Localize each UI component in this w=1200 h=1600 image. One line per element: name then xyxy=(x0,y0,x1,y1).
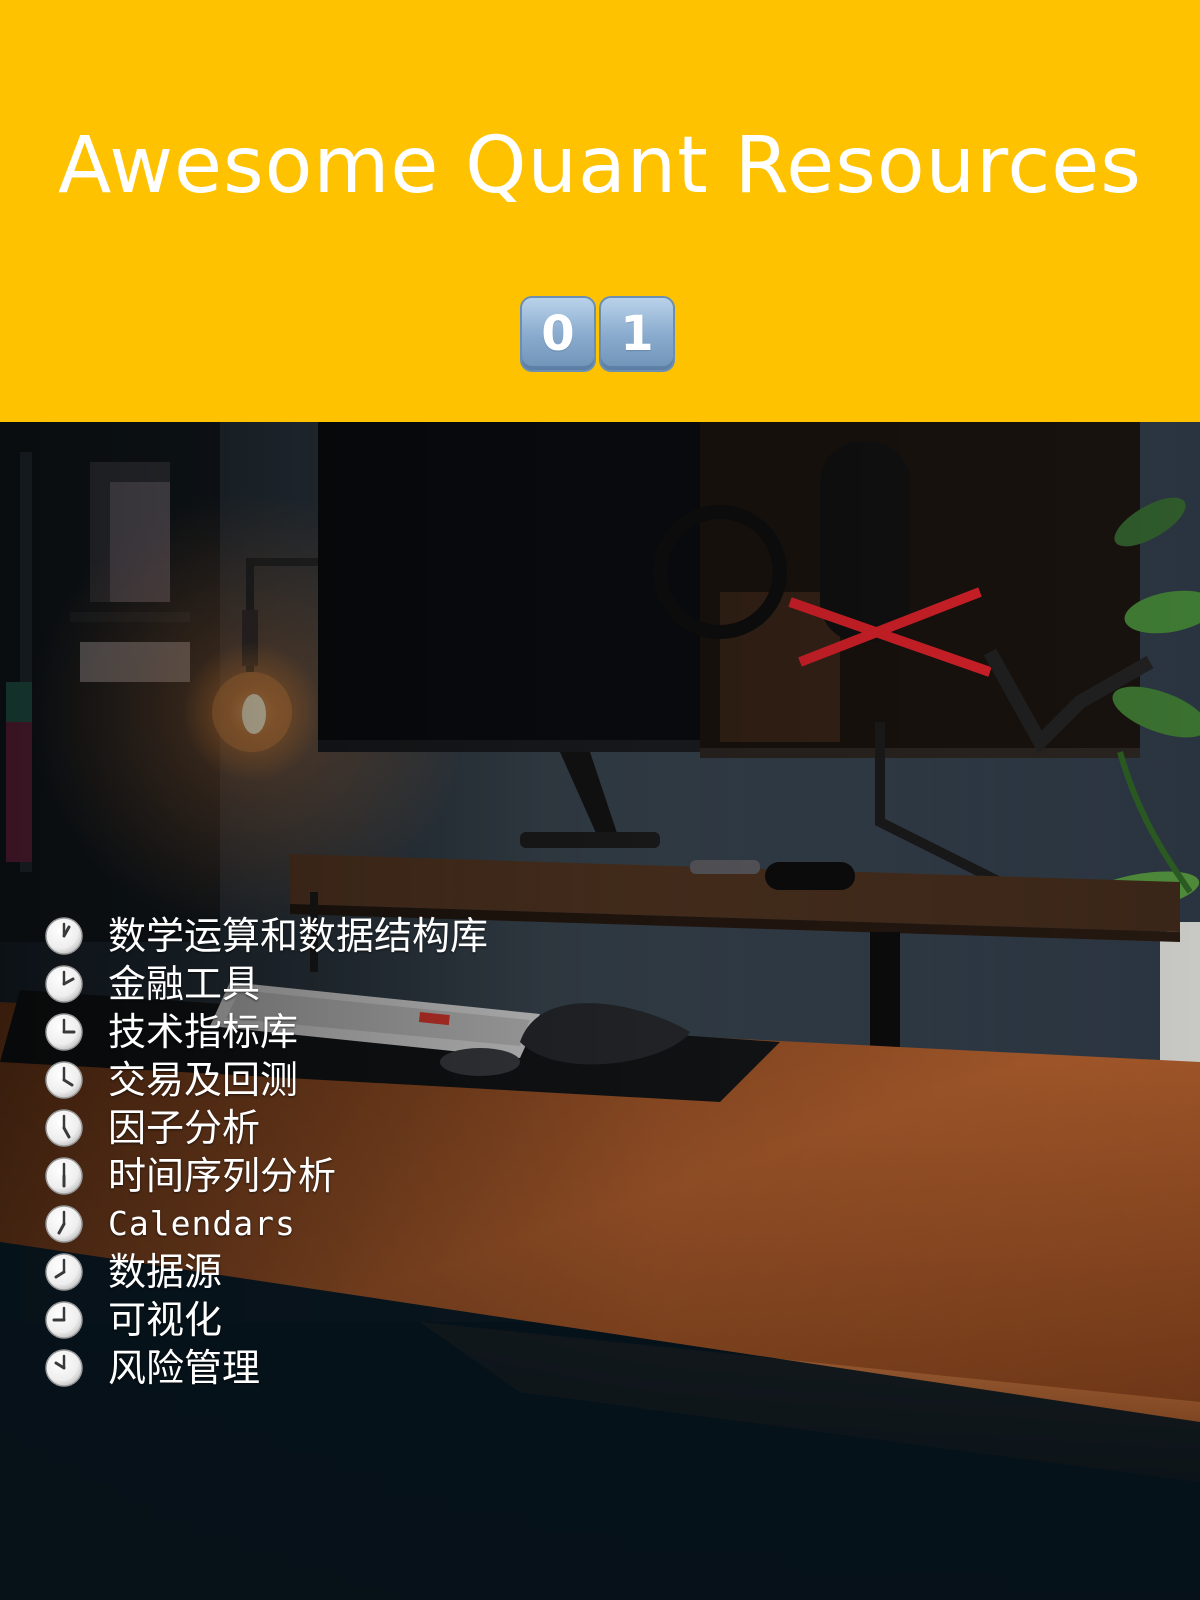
clock-ten-icon xyxy=(45,1349,83,1387)
topic-label: 金融工具 xyxy=(108,962,261,1006)
clock-seven-icon xyxy=(45,1205,83,1243)
topic-label: Calendars xyxy=(108,1204,296,1243)
clock-eight-icon xyxy=(45,1253,83,1291)
clock-five-icon xyxy=(45,1109,83,1147)
topic-label: 因子分析 xyxy=(108,1106,261,1150)
list-item: 可视化 xyxy=(44,1296,488,1344)
list-item: 金融工具 xyxy=(44,960,488,1008)
clock-two-icon xyxy=(45,965,83,1003)
list-item: 交易及回测 xyxy=(44,1056,488,1104)
list-item: Calendars xyxy=(44,1200,488,1248)
topic-label: 风险管理 xyxy=(108,1346,261,1390)
clock-four-icon xyxy=(45,1061,83,1099)
keycap-digit-one-icon: 1 xyxy=(599,296,675,372)
cover-page: Awesome Quant Resources 0 1 数学运算和数据结构库 金… xyxy=(0,0,1200,1600)
number-badge: 0 1 xyxy=(520,296,675,372)
page-title: Awesome Quant Resources xyxy=(58,121,1142,211)
topic-label: 数学运算和数据结构库 xyxy=(108,914,489,958)
clock-six-icon xyxy=(45,1157,83,1195)
list-item: 风险管理 xyxy=(44,1344,488,1392)
list-item: 数据源 xyxy=(44,1248,488,1296)
keycap-digit-zero-icon: 0 xyxy=(520,296,596,372)
clock-nine-icon xyxy=(45,1301,83,1339)
list-item: 因子分析 xyxy=(44,1104,488,1152)
list-item: 时间序列分析 xyxy=(44,1152,488,1200)
topic-list: 数学运算和数据结构库 金融工具 技术指标库 交易及回测 因子分析 时间序列分析 … xyxy=(44,912,488,1392)
topic-label: 时间序列分析 xyxy=(108,1154,337,1198)
list-item: 数学运算和数据结构库 xyxy=(44,912,488,960)
topic-label: 可视化 xyxy=(108,1298,223,1342)
clock-three-icon xyxy=(45,1013,83,1051)
header-banner: Awesome Quant Resources 0 1 xyxy=(0,0,1200,422)
topic-label: 数据源 xyxy=(108,1250,223,1294)
list-item: 技术指标库 xyxy=(44,1008,488,1056)
clock-one-icon xyxy=(45,917,83,955)
topic-label: 技术指标库 xyxy=(108,1010,299,1054)
topic-label: 交易及回测 xyxy=(108,1058,299,1102)
